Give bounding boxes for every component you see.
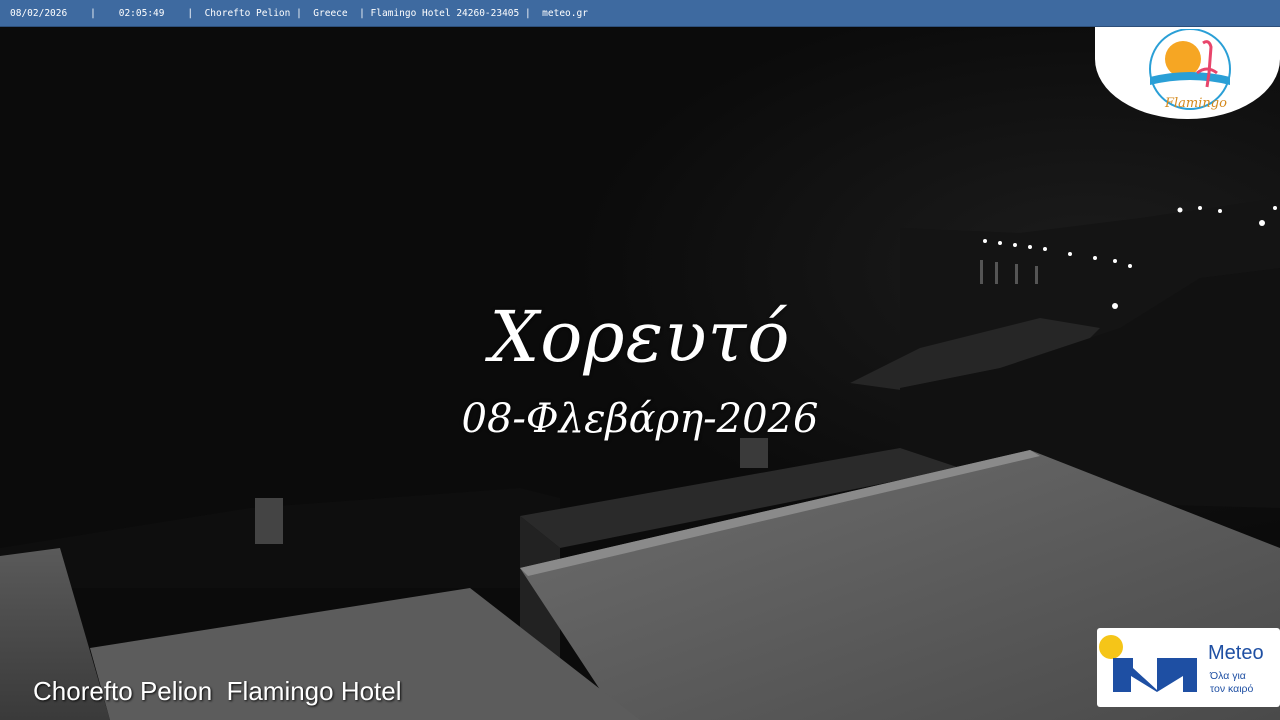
info-country: Greece xyxy=(313,8,348,19)
info-time: 02:05:49 xyxy=(118,8,165,19)
info-separator: | xyxy=(90,8,96,19)
info-separator: | xyxy=(187,8,194,19)
sun-shape xyxy=(1165,41,1201,77)
info-source: meteo.gr xyxy=(542,8,588,19)
info-hotel: Flamingo Hotel 24260-23405 xyxy=(370,8,520,19)
meteo-wordmark: Meteo xyxy=(1208,642,1264,664)
meteo-logo: Meteo Όλα για τον καιρό xyxy=(1097,628,1280,707)
webcam-info-bar: 08/02/2026 | 02:05:49 | Chorefto Pelion … xyxy=(0,0,1280,27)
meteo-tagline-line1: Όλα για xyxy=(1210,670,1246,682)
logo-brand-text: Flamingo xyxy=(1164,96,1227,111)
flamingo-logo-icon: Flamingo xyxy=(1149,29,1231,111)
sign-post xyxy=(255,498,283,544)
info-separator: | xyxy=(524,8,531,19)
meteo-tagline-line2: τον καιρό xyxy=(1210,683,1254,695)
date-title: 08-Φλεβάρη-2026 xyxy=(461,396,819,442)
info-separator: | xyxy=(296,8,302,19)
info-date: 08/02/2026 xyxy=(10,8,68,19)
info-location: Chorefto Pelion xyxy=(204,8,291,19)
location-caption: Chorefto Pelion Flamingo Hotel xyxy=(33,676,402,706)
meteo-tagline: Όλα για τον καιρό xyxy=(1210,670,1280,696)
place-title: Χορευτό xyxy=(489,296,791,378)
meteo-sun xyxy=(1099,635,1123,659)
distant-structure xyxy=(740,438,768,468)
meteo-m-icon xyxy=(1099,635,1197,692)
info-separator: | xyxy=(359,8,365,19)
sea-wave xyxy=(1150,72,1230,85)
